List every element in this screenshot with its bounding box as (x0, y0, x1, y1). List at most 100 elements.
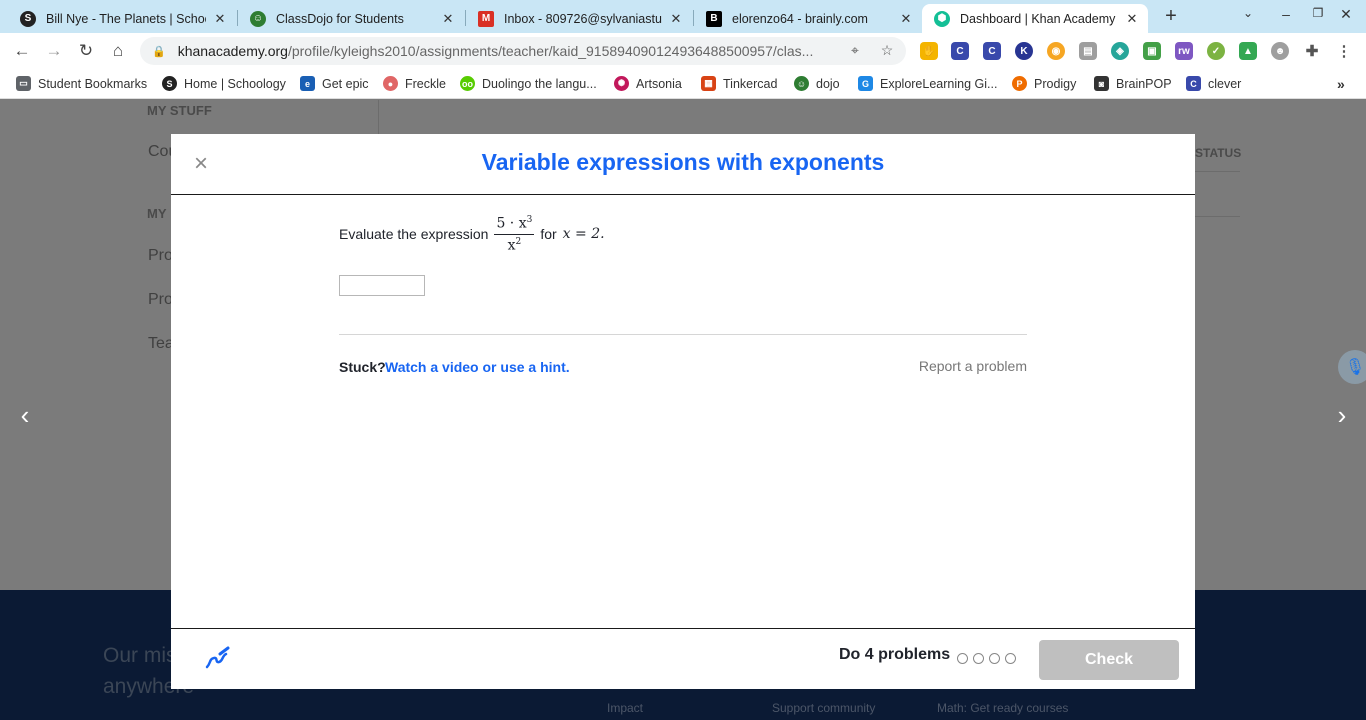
back-icon[interactable]: ← (10, 39, 34, 63)
extension-icon[interactable]: rw (1175, 42, 1193, 60)
hint-link[interactable]: Watch a video or use a hint. (385, 359, 570, 375)
progress-dot (989, 653, 1000, 664)
bookmark-label: Artsonia (636, 76, 682, 91)
question-prefix: Evaluate the expression (339, 226, 489, 243)
bookmark-prodigy[interactable]: P Prodigy (1012, 76, 1076, 91)
folder-icon: ▭ (16, 76, 31, 91)
tab-khan-academy[interactable]: ⬢ Dashboard | Khan Academy ✕ (922, 4, 1148, 33)
tab-gmail[interactable]: M Inbox - 809726@sylvaniastudents ✕ (466, 4, 692, 33)
bookmark-tinkercad[interactable]: ▦ Tinkercad (701, 76, 777, 91)
extension-icon[interactable]: ◈ (1111, 42, 1129, 60)
tab-title: ClassDojo for Students (276, 11, 404, 26)
extension-icon[interactable]: ◉ (1047, 42, 1065, 60)
bookmark-label: Prodigy (1034, 76, 1077, 91)
reload-icon[interactable]: ↻ (74, 39, 98, 63)
bookmark-star-icon[interactable]: ☆ (878, 42, 896, 60)
bookmark-label: Home | Schoology (184, 76, 286, 91)
extension-icon[interactable]: C (951, 42, 969, 60)
progress-dot (1005, 653, 1016, 664)
tab-title: elorenzo64 - brainly.com (732, 11, 868, 26)
drive-icon[interactable]: ▲ (1239, 42, 1257, 60)
modal-body: Evaluate the expression 5 · x3 x2 for x … (171, 195, 1195, 629)
close-icon[interactable]: ✕ (668, 11, 684, 27)
next-arrow-icon[interactable]: › (1327, 400, 1357, 430)
my-stuff-label: MY STUFF (147, 103, 212, 118)
do-problems-label: Do 4 problems (839, 646, 951, 663)
bookmark-artsonia[interactable]: ✺ Artsonia (614, 76, 682, 91)
exercise-modal: × Variable expressions with exponents Ev… (171, 134, 1195, 689)
stuck-label: Stuck? (339, 359, 386, 375)
microphone-icon[interactable]: 🎙 (1338, 350, 1366, 384)
answer-input[interactable] (339, 275, 425, 296)
gmail-icon: M (478, 10, 494, 27)
duolingo-icon: oo (460, 76, 475, 91)
sidebar-item: Pro (148, 247, 173, 264)
minimize-icon[interactable]: – (1276, 6, 1296, 26)
forward-icon[interactable]: → (42, 39, 66, 63)
schoology-icon: S (162, 76, 177, 91)
extension-icon[interactable]: ▤ (1079, 42, 1097, 60)
bookmark-schoology[interactable]: S Home | Schoology (162, 76, 286, 91)
report-problem-link[interactable]: Report a problem (871, 358, 1027, 374)
browser-toolbar: ← → ↻ ⌂ 🔒 khanacademy.org /profile/kylei… (0, 33, 1366, 69)
more-bookmarks-icon[interactable]: » (1337, 76, 1345, 92)
divider (339, 334, 1027, 335)
extension-icon[interactable]: ✓ (1207, 42, 1225, 60)
scratchpad-pencil-icon[interactable] (203, 645, 231, 673)
close-window-icon[interactable]: ✕ (1336, 6, 1356, 26)
bookmark-label: Get epic (322, 76, 369, 91)
bookmark-student-bookmarks[interactable]: ▭ Student Bookmarks (16, 76, 147, 91)
tab-classdojo[interactable]: ☺ ClassDojo for Students ✕ (238, 4, 464, 33)
brainpop-icon: ◙ (1094, 76, 1109, 91)
restore-icon[interactable]: ❐ (1308, 6, 1328, 26)
bookmark-clever[interactable]: C clever (1186, 76, 1241, 91)
clever-icon: C (1186, 76, 1201, 91)
address-bar[interactable]: 🔒 khanacademy.org /profile/kyleighs2010/… (140, 37, 906, 65)
freckle-icon: ● (383, 76, 398, 91)
puzzle-icon[interactable]: ✚ (1303, 42, 1321, 60)
bookmark-brainpop[interactable]: ◙ BrainPOP (1094, 76, 1172, 91)
extension-icon[interactable]: K (1015, 42, 1033, 60)
close-icon[interactable]: ✕ (212, 11, 228, 27)
browser-tab-bar: S Bill Nye - The Planets | Schoology ✕ ☺… (0, 0, 1366, 33)
tab-search-icon[interactable]: ⌄ (1238, 6, 1258, 26)
previous-arrow-icon[interactable]: ‹ (10, 400, 40, 430)
khan-academy-icon: ⬢ (934, 10, 950, 27)
bookmark-label: Student Bookmarks (38, 76, 148, 91)
math-fraction: 5 · x3 x2 (494, 215, 535, 253)
footer-link: Impact (607, 701, 644, 715)
bookmark-explorelearning[interactable]: G ExploreLearning Gi... (858, 76, 997, 91)
extension-icon[interactable]: ✋ (920, 42, 938, 60)
explorelearning-icon: G (858, 76, 873, 91)
check-button[interactable]: Check (1039, 640, 1179, 680)
address-host: khanacademy.org (177, 43, 288, 59)
denominator-exponent: 2 (515, 236, 522, 247)
close-icon[interactable]: ✕ (440, 11, 456, 27)
bookmark-freckle[interactable]: ● Freckle (383, 76, 446, 91)
tab-brainly[interactable]: B elorenzo64 - brainly.com ✕ (694, 4, 922, 33)
location-icon[interactable]: ⌖ (846, 42, 864, 60)
bookmark-label: Freckle (405, 76, 446, 91)
bookmark-get-epic[interactable]: e Get epic (300, 76, 369, 91)
bookmark-label: clever (1208, 76, 1242, 91)
modal-header: × Variable expressions with exponents (171, 134, 1195, 195)
bookmark-dojo[interactable]: ☺ dojo (794, 76, 840, 91)
bookmark-duolingo[interactable]: oo Duolingo the langu... (460, 76, 597, 91)
fraction-numerator: 5 · x (496, 215, 527, 232)
home-icon[interactable]: ⌂ (106, 39, 130, 63)
close-icon[interactable]: ✕ (898, 11, 914, 27)
close-icon[interactable]: ✕ (1124, 11, 1140, 27)
extension-icon[interactable]: ▣ (1143, 42, 1161, 60)
tab-title: Dashboard | Khan Academy (960, 11, 1116, 26)
progress-dot (973, 653, 984, 664)
address-path: /profile/kyleighs2010/assignments/teache… (287, 43, 814, 59)
classdojo-icon: ☺ (250, 10, 266, 27)
bookmark-label: ExploreLearning Gi... (880, 76, 998, 91)
extension-icon[interactable]: C (983, 42, 1001, 60)
menu-icon[interactable]: ⋮ (1335, 42, 1353, 60)
extension-icon[interactable]: ☻ (1271, 42, 1289, 60)
bookmark-label: BrainPOP (1116, 76, 1172, 91)
tab-schoology[interactable]: S Bill Nye - The Planets | Schoology ✕ (8, 4, 236, 33)
new-tab-button[interactable]: + (1160, 6, 1182, 28)
tab-title: Inbox - 809726@sylvaniastudents (504, 11, 662, 26)
